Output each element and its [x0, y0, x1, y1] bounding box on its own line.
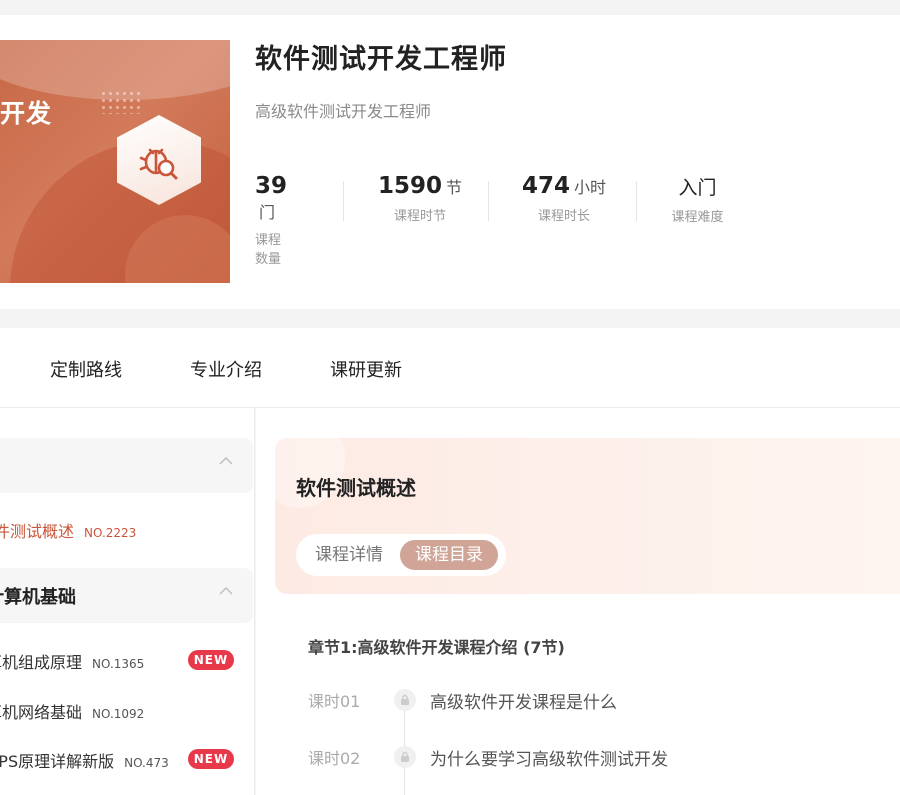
- lesson-number: 课时01: [308, 692, 361, 711]
- stat-unit: 门: [259, 203, 276, 222]
- course-info-panel: 软件测试概述 课程详情 课程目录: [275, 438, 900, 594]
- new-badge: NEW: [188, 650, 234, 670]
- stat-unit: 节: [446, 178, 463, 197]
- sidebar-item-label: 计算机组成原理: [0, 653, 83, 672]
- segment-switch: 课程详情 课程目录: [296, 534, 506, 576]
- lesson-number: 课时02: [308, 749, 361, 768]
- stat-lesson-count: 1590 节 课程时节: [375, 173, 465, 224]
- stat-label: 课程时长: [537, 209, 590, 224]
- course-sidebar: 软件测试概述 NO.2223 计算机基础 计算机组成原理 NO.1365 NEW 计…: [0, 408, 255, 795]
- stat-unit: 小时: [574, 178, 607, 197]
- sidebar-group-name: 计算机基础: [0, 587, 76, 608]
- sidebar-item[interactable]: HTTPS原理详解新版 NO.473 NEW: [0, 743, 255, 773]
- course-title: 软件测试开发工程师: [255, 44, 507, 75]
- chapter-title: 章节1:高级软件开发课程介绍 (7节): [308, 638, 565, 657]
- sidebar-item-no: NO.2223: [84, 526, 137, 540]
- course-header: 测试开发 师 育 软件测试开发工程师 高级软件测试开发工程师 39 门 课程数量: [0, 15, 900, 309]
- sidebar-group-header[interactable]: [0, 438, 253, 493]
- sidebar-item-label: 计算机网络基础: [0, 703, 83, 722]
- stat-divider: [636, 181, 637, 221]
- stat-value: 1590: [377, 173, 442, 199]
- chevron-up-icon: [219, 457, 233, 465]
- stat-duration: 474 小时 课程时长: [519, 173, 609, 224]
- sidebar-item-no: NO.473: [124, 756, 169, 770]
- stat-value: 入门: [678, 177, 717, 199]
- stat-course-count: 39 门 课程数量: [255, 173, 287, 267]
- sidebar-item[interactable]: 软件测试概述 NO.2223: [0, 513, 255, 543]
- banner-title: 测试开发 师: [0, 99, 53, 128]
- lock-icon: [394, 746, 416, 768]
- lesson-title: 高级软件开发课程是什么: [430, 693, 617, 713]
- sidebar-item[interactable]: 计算机组成原理 NO.1365 NEW: [0, 644, 255, 674]
- sidebar-item-no: NO.1092: [92, 707, 145, 721]
- stat-label: 课程难度: [671, 210, 724, 225]
- sidebar-item[interactable]: 计算机网络基础 NO.1092: [0, 694, 255, 724]
- course-banner-image: 测试开发 师 育: [0, 40, 230, 283]
- course-tabs: 定制路线 专业介绍 课研更新: [0, 328, 900, 408]
- banner-dots: [100, 90, 140, 114]
- sidebar-group-header[interactable]: 计算机基础: [0, 568, 253, 623]
- lesson-row[interactable]: 课时01 高级软件开发课程是什么: [308, 685, 898, 715]
- sidebar-item-label: 软件测试概述: [0, 522, 75, 541]
- stat-difficulty: 入门 课程难度: [660, 173, 735, 225]
- tab-major-intro[interactable]: 专业介绍: [190, 356, 262, 382]
- sidebar-item-label: HTTPS原理详解新版: [0, 752, 115, 771]
- stat-label: 课程数量: [255, 233, 282, 267]
- stat-divider: [488, 181, 489, 221]
- sidebar-item-no: NO.1365: [92, 657, 145, 671]
- stat-value: 39: [255, 173, 288, 199]
- lock-icon: [394, 689, 416, 711]
- segment-course-catalog[interactable]: 课程目录: [400, 540, 498, 570]
- stat-value: 474: [521, 173, 570, 199]
- segment-course-detail[interactable]: 课程详情: [300, 540, 398, 570]
- stat-label: 课程时节: [393, 209, 446, 224]
- stat-divider: [343, 181, 344, 221]
- course-content: 软件测试概述 课程详情 课程目录 章节1:高级软件开发课程介绍 (7节) 课时0…: [256, 408, 900, 795]
- lesson-row[interactable]: 课时02 为什么要学习高级软件测试开发: [308, 742, 898, 772]
- tab-research-updates[interactable]: 课研更新: [330, 356, 402, 382]
- lesson-title: 为什么要学习高级软件测试开发: [430, 750, 668, 770]
- panel-title: 软件测试概述: [296, 476, 416, 500]
- chevron-up-icon: [219, 587, 233, 595]
- tab-custom-route[interactable]: 定制路线: [50, 356, 122, 382]
- new-badge: NEW: [188, 749, 234, 769]
- course-subtitle: 高级软件测试开发工程师: [255, 102, 432, 121]
